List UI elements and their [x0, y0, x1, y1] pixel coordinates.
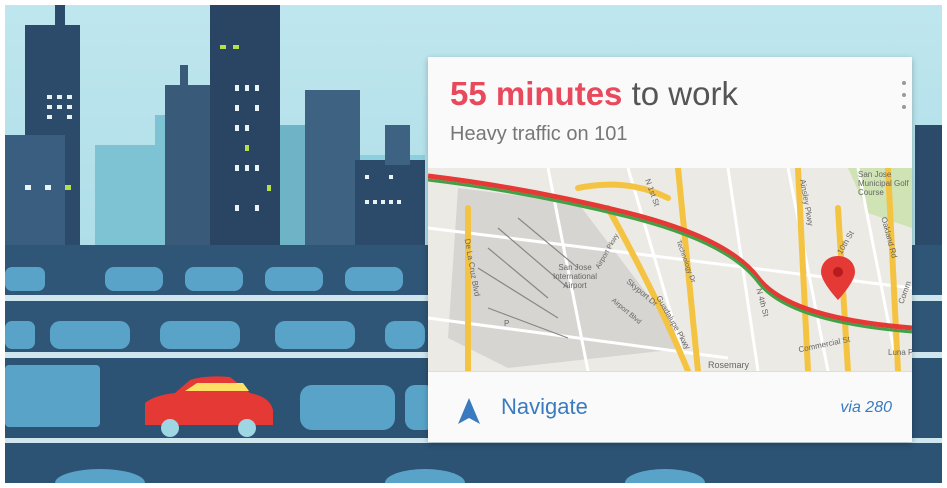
map-label-luna: Luna P: [888, 348, 912, 357]
commute-card[interactable]: 55 minutes to work Heavy traffic on 101: [428, 57, 912, 442]
traffic-status: Heavy traffic on 101: [450, 123, 628, 145]
overflow-menu-icon[interactable]: [900, 81, 908, 109]
commute-minutes: 55 minutes: [450, 75, 623, 112]
navigation-arrow-icon: [458, 398, 480, 424]
traffic-map[interactable]: San Jose International Airport San Jose …: [428, 168, 912, 371]
navigate-button[interactable]: Navigate via 280: [428, 372, 912, 442]
map-label-golf: San Jose Municipal Golf Course: [858, 170, 909, 197]
map-label-p: P: [504, 319, 510, 328]
map-label-airport: San Jose International Airport: [552, 263, 598, 290]
commute-destination: to work: [622, 75, 738, 112]
route-via-label: via 280: [840, 399, 892, 416]
navigate-label: Navigate: [501, 394, 588, 419]
map-label-rosemary: Rosemary: [708, 360, 750, 370]
illustration-stage: 55 minutes to work Heavy traffic on 101: [5, 5, 942, 483]
commute-time-title: 55 minutes to work: [450, 75, 738, 113]
